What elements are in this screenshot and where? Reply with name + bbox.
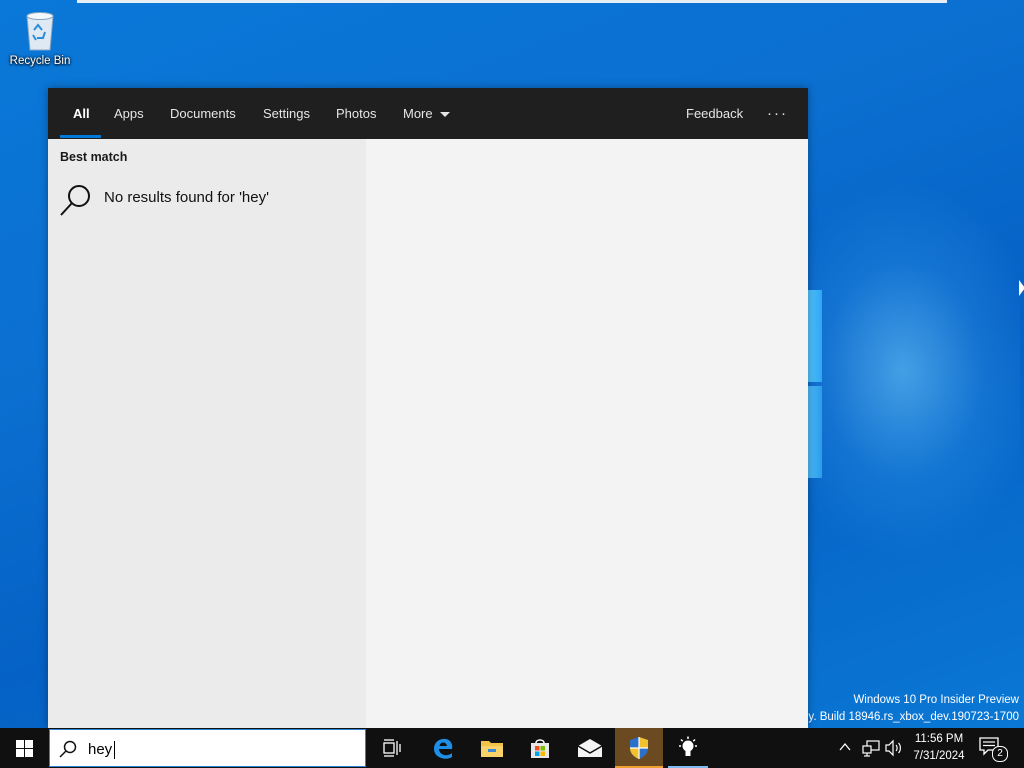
tab-apps[interactable]: Apps: [114, 88, 144, 139]
edge-button[interactable]: [419, 728, 467, 768]
file-explorer-button[interactable]: [468, 728, 516, 768]
search-filter-bar: All Apps Documents Settings Photos More …: [48, 88, 808, 139]
search-input[interactable]: [88, 737, 348, 761]
start-button[interactable]: [0, 728, 48, 768]
clock-time: 11:56 PM: [914, 733, 964, 745]
feedback-button[interactable]: Feedback: [686, 88, 743, 139]
tab-settings[interactable]: Settings: [263, 88, 310, 139]
no-results-text: No results found for 'hey': [104, 189, 269, 206]
clock[interactable]: 11:56 PM 7/31/2024: [904, 731, 974, 765]
show-hidden-icons-chevron-icon[interactable]: [838, 740, 852, 754]
windows-security-button[interactable]: [615, 728, 663, 768]
tab-all[interactable]: All: [73, 88, 90, 139]
store-icon: [531, 739, 549, 758]
tips-bulb-icon: [679, 736, 697, 756]
best-match-heading: Best match: [60, 150, 128, 164]
recycle-bin-shortcut[interactable]: Recycle Bin: [6, 8, 74, 67]
magnifier-icon: [60, 185, 90, 216]
volume-icon[interactable]: [885, 739, 903, 757]
edge-icon: [434, 738, 453, 759]
wallpaper-light-pane: [808, 290, 822, 382]
file-explorer-icon: [481, 741, 503, 757]
task-view-icon: [383, 739, 401, 757]
network-icon[interactable]: [862, 739, 880, 757]
action-center-button[interactable]: 2: [978, 736, 1008, 762]
window-top-edge: [77, 0, 947, 3]
tips-button[interactable]: [664, 728, 712, 768]
caret-down-icon: [439, 112, 450, 118]
search-panel: All Apps Documents Settings Photos More …: [48, 88, 808, 728]
wallpaper-light-pane: [808, 386, 822, 478]
tab-photos[interactable]: Photos: [336, 88, 376, 139]
results-pane: Best match No results found for 'hey': [48, 139, 366, 728]
mail-button[interactable]: [566, 728, 614, 768]
search-icon: [59, 740, 77, 758]
windows-security-icon: [630, 737, 648, 759]
store-button[interactable]: [516, 728, 564, 768]
mail-icon: [577, 739, 603, 757]
tab-more-label: More: [403, 106, 433, 121]
taskbar-search-box[interactable]: [49, 729, 366, 767]
more-options-button[interactable]: ···: [767, 88, 788, 139]
no-results-item: No results found for 'hey': [58, 183, 358, 223]
taskbar: 11:56 PM 7/31/2024 2: [0, 728, 1024, 768]
task-view-button[interactable]: [368, 728, 416, 768]
preview-pane: [366, 139, 808, 728]
windows-start-icon: [15, 739, 33, 757]
tab-documents[interactable]: Documents: [170, 88, 236, 139]
recycle-bin-icon: [26, 12, 54, 51]
clock-date: 7/31/2024: [913, 750, 965, 762]
text-caret: [114, 741, 115, 759]
notification-count-badge: 2: [992, 746, 1008, 762]
tab-more[interactable]: More: [403, 88, 450, 139]
mouse-cursor: [1019, 280, 1024, 296]
recycle-bin-label: Recycle Bin: [9, 55, 71, 67]
active-tab-indicator: [60, 135, 101, 138]
